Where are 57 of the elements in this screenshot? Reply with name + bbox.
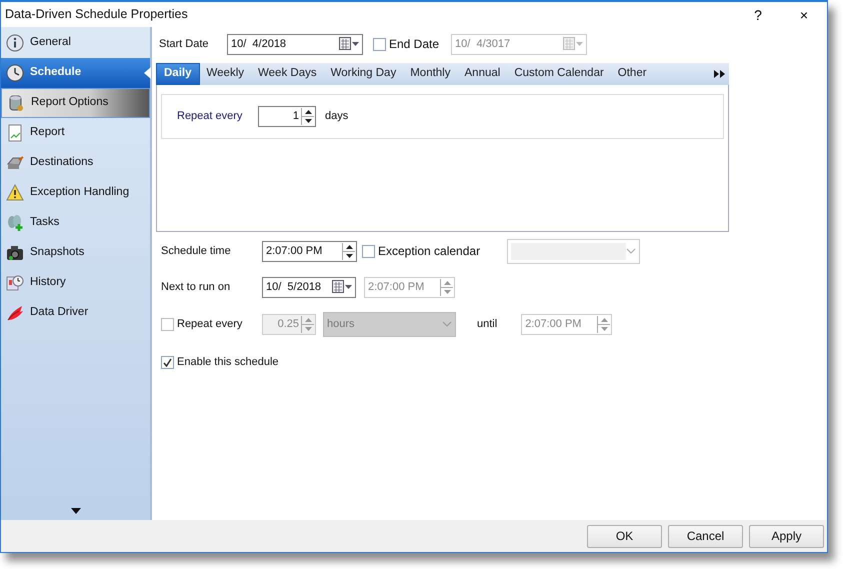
checkbox-label: Repeat every (177, 316, 242, 332)
spin-buttons[interactable] (301, 108, 314, 125)
checkbox-label: End Date (389, 36, 440, 53)
date-field[interactable]: 10/ 5/2018 (262, 276, 356, 298)
sidebar-item[interactable]: Destinations (1, 148, 150, 178)
calendar-dropdown-icon[interactable] (332, 280, 352, 294)
tab[interactable]: Custom Calendar (507, 63, 611, 85)
tab[interactable]: Working Day (324, 63, 404, 85)
clock-icon (6, 64, 24, 82)
checkbox[interactable] (161, 356, 174, 368)
report-icon (6, 124, 24, 142)
help-button[interactable]: ? (735, 4, 781, 24)
checkbox-label: Exception calendar (378, 243, 480, 260)
warning-icon (6, 184, 24, 202)
drive-icon (6, 154, 24, 172)
data-driver-icon (6, 304, 24, 322)
chevron-down-icon (626, 248, 636, 254)
tab[interactable]: Monthly (403, 63, 458, 85)
tab[interactable]: Daily (156, 63, 200, 85)
field-label: Repeat every (177, 109, 244, 124)
spin-buttons[interactable] (342, 242, 355, 260)
tab[interactable]: Annual (458, 63, 508, 85)
date-field[interactable]: 10/ 4/2018 (227, 34, 363, 54)
tab[interactable]: Week Days (251, 63, 324, 85)
sidebar-item[interactable]: History (1, 268, 150, 298)
sidebar-item[interactable]: Snapshots (1, 238, 150, 268)
dialog-button[interactable]: OK (587, 524, 662, 548)
dialog-button[interactable]: Cancel (668, 524, 743, 548)
sidebar-item[interactable]: Exception Handling (1, 178, 150, 208)
field-label: Next to run on (161, 280, 232, 295)
dialog-button[interactable]: Apply (749, 524, 824, 548)
tab[interactable]: Other (610, 63, 654, 85)
sidebar-item[interactable]: Report Options (1, 88, 150, 118)
tasks-icon (6, 214, 24, 232)
number-spinner[interactable]: 1 (258, 106, 316, 127)
checkbox-label: Enable this schedule (177, 354, 279, 370)
sidebar-item[interactable]: Schedule (1, 58, 150, 88)
window-title: Data-Driven Schedule Properties (5, 6, 188, 24)
sidebar-item[interactable]: General (1, 28, 150, 58)
sidebar-item[interactable]: Report (1, 118, 150, 148)
field-label: Start Date (159, 36, 210, 52)
history-icon (6, 274, 24, 292)
scroll-right-arrows-icon[interactable] (714, 70, 725, 78)
info-icon (6, 34, 24, 52)
database-icon (7, 94, 25, 112)
sidebar-item[interactable]: Data Driver (1, 298, 150, 328)
camera-icon (6, 244, 24, 262)
close-button[interactable]: × (781, 4, 827, 24)
sidebar-item[interactable]: Tasks (1, 208, 150, 238)
tab[interactable]: Weekly (200, 63, 251, 85)
time-field[interactable]: 2:07:00 PM (262, 240, 357, 262)
chevron-down-icon (442, 321, 452, 327)
field-label: Schedule time (161, 244, 232, 259)
scroll-down-arrow-icon[interactable] (70, 508, 80, 514)
unit-label: days (325, 109, 348, 124)
calendar-dropdown-icon[interactable] (339, 37, 359, 51)
field-label: until (477, 316, 498, 332)
